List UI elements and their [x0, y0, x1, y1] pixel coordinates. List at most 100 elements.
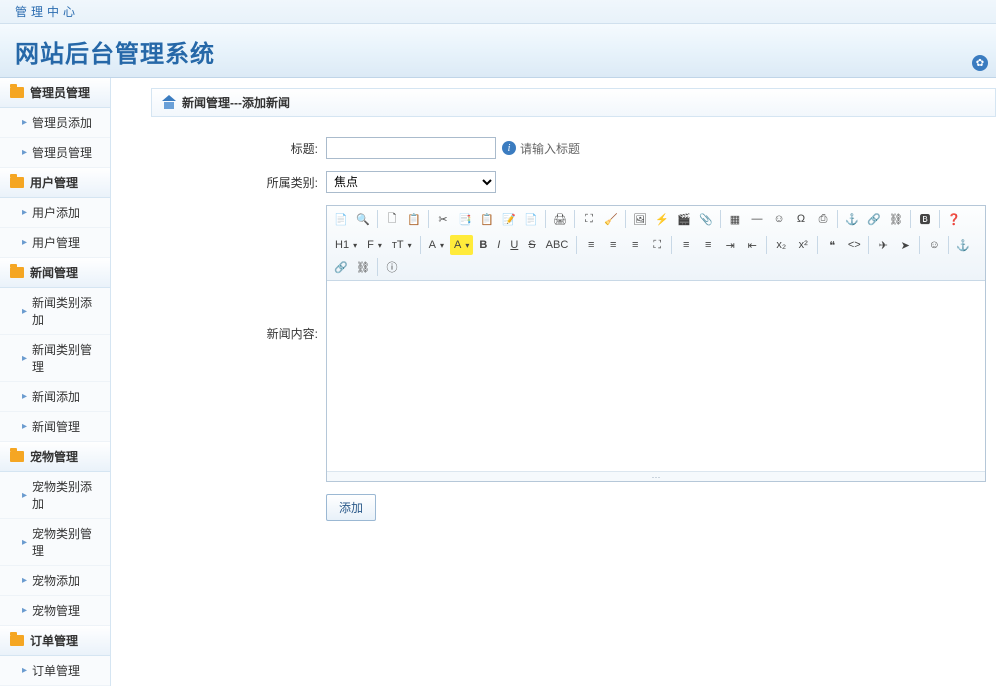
toolbar-back-button[interactable]: A▾	[450, 235, 473, 255]
sidebar-item[interactable]: 新闻类别管理	[0, 335, 110, 382]
toolbar-indent-button[interactable]: ⇥	[720, 235, 740, 255]
toolbar-separator	[868, 236, 869, 254]
toolbar-copy-button[interactable]: 📑	[455, 209, 475, 229]
toolbar-italic-button[interactable]: I	[493, 235, 504, 255]
toolbar-sup-button[interactable]: x²	[793, 235, 813, 255]
toolbar-code-button[interactable]: <>	[844, 235, 864, 255]
toolbar-clear-button[interactable]: 🧹	[601, 209, 621, 229]
sidebar-item[interactable]: 用户添加	[0, 198, 110, 228]
toolbar-ul-button[interactable]: ≡	[698, 235, 718, 255]
toolbar-new-button[interactable]: 🗋	[382, 209, 402, 229]
toolbar-full-button[interactable]: ⛶	[647, 235, 667, 255]
header-user-icon[interactable]: ✿	[972, 55, 988, 71]
toolbar-paste-text-button[interactable]: 📝	[499, 209, 519, 229]
sidebar-group-header[interactable]: 订单管理	[0, 626, 110, 656]
title-label: 标题:	[161, 137, 326, 157]
toolbar-about-button[interactable]: ⓘ	[382, 257, 402, 277]
sidebar-item[interactable]: 新闻类别添加	[0, 288, 110, 335]
sidebar-group-title: 用户管理	[30, 174, 78, 191]
folder-icon	[10, 635, 24, 646]
breadcrumb-text: 新闻管理---添加新闻	[182, 94, 290, 111]
editor-resize-handle[interactable]: ⋯	[327, 471, 985, 481]
toolbar-center-button[interactable]: ≡	[603, 235, 623, 255]
toolbar-image-button[interactable]: 🖼	[630, 209, 650, 229]
sidebar-item[interactable]: 宠物类别添加	[0, 472, 110, 519]
toolbar-media-button[interactable]: 🎬	[674, 209, 694, 229]
sidebar-item-label: 管理员添加	[32, 114, 92, 131]
toolbar-tpl-button[interactable]: 📋	[404, 209, 424, 229]
toolbar-paste-button[interactable]: 📋	[477, 209, 497, 229]
sidebar-item[interactable]: 新闻添加	[0, 382, 110, 412]
sidebar-item[interactable]: 订单管理	[0, 656, 110, 686]
chevron-down-icon: ▾	[408, 241, 412, 250]
sidebar-item-label: 宠物类别管理	[32, 525, 100, 559]
toolbar-source-button[interactable]: 📄	[331, 209, 351, 229]
toolbar-bold-button[interactable]: B	[475, 235, 491, 255]
toolbar-font-button[interactable]: F▾	[363, 235, 386, 255]
sidebar-group-title: 管理员管理	[30, 84, 90, 101]
toolbar-fore-button[interactable]: A▾	[425, 235, 448, 255]
sidebar-group-header[interactable]: 管理员管理	[0, 78, 110, 108]
toolbar-flash-button[interactable]: ⚡	[652, 209, 672, 229]
sidebar-item[interactable]: 宠物类别管理	[0, 519, 110, 566]
toolbar-separator	[919, 236, 920, 254]
toolbar-plane-button[interactable]: ✈	[873, 235, 893, 255]
toolbar-full-button[interactable]: ⛶	[579, 209, 599, 229]
toolbar-separator	[910, 210, 911, 228]
toolbar-separator	[428, 210, 429, 228]
submit-button[interactable]: 添加	[326, 494, 376, 521]
toolbar-h1-button[interactable]: H1▾	[331, 235, 361, 255]
toolbar-anchor-button[interactable]: ⚓	[842, 209, 862, 229]
toolbar-send-button[interactable]: ➤	[895, 235, 915, 255]
toolbar-left-button[interactable]: ≡	[581, 235, 601, 255]
toolbar-paste-word-button[interactable]: 📄	[521, 209, 541, 229]
toolbar-sub-button[interactable]: x₂	[771, 235, 791, 255]
editor-body[interactable]	[327, 281, 985, 471]
toolbar-preview-button[interactable]: 🔍	[353, 209, 373, 229]
toolbar-separator	[837, 210, 838, 228]
title-input[interactable]	[326, 137, 496, 159]
toolbar-quote-button[interactable]: ❝	[822, 235, 842, 255]
toolbar-separator	[576, 236, 577, 254]
chevron-down-icon: ▾	[353, 241, 357, 250]
sidebar-item-label: 新闻管理	[32, 418, 80, 435]
toolbar-unlink-button[interactable]: ⛓	[886, 209, 906, 229]
site-title: 网站后台管理系统	[15, 34, 981, 69]
sidebar-item[interactable]: 宠物添加	[0, 566, 110, 596]
toolbar-file-button[interactable]: 📎	[696, 209, 716, 229]
toolbar-char-button[interactable]: Ω	[791, 209, 811, 229]
toolbar-cut-button[interactable]: ✂	[433, 209, 453, 229]
toolbar-underline-button[interactable]: U	[506, 235, 522, 255]
toolbar-table-button[interactable]: ▦	[725, 209, 745, 229]
sidebar-group-header[interactable]: 新闻管理	[0, 258, 110, 288]
toolbar-anchor2-button[interactable]: ⚓	[953, 235, 973, 255]
toolbar-smile-button[interactable]: ☺	[924, 235, 944, 255]
sidebar-item[interactable]: 新闻管理	[0, 412, 110, 442]
toolbar-separator	[377, 210, 378, 228]
toolbar-help-button[interactable]: ❓	[944, 209, 964, 229]
toolbar-link-button[interactable]: 🔗	[864, 209, 884, 229]
toolbar-print-button[interactable]: 🖨	[550, 209, 570, 229]
sidebar-item[interactable]: 用户管理	[0, 228, 110, 258]
toolbar-strike-button[interactable]: S	[524, 235, 539, 255]
toolbar-unlink2-button[interactable]: ⛓	[353, 257, 373, 277]
toolbar-right-button[interactable]: ≡	[625, 235, 645, 255]
toolbar-size-button[interactable]: тT▾	[388, 235, 416, 255]
sidebar-item[interactable]: 管理员添加	[0, 108, 110, 138]
sidebar-item[interactable]: 宠物管理	[0, 596, 110, 626]
sidebar-group-header[interactable]: 用户管理	[0, 168, 110, 198]
toolbar-emoji-button[interactable]: ☺	[769, 209, 789, 229]
toolbar-abc-button[interactable]: ABC	[542, 235, 573, 255]
toolbar-ol-button[interactable]: ≡	[676, 235, 696, 255]
sidebar-item[interactable]: 管理员管理	[0, 138, 110, 168]
toolbar-link2-button[interactable]: 🔗	[331, 257, 351, 277]
toolbar-hr-button[interactable]: —	[747, 209, 767, 229]
toolbar-page-button[interactable]: ⎙	[813, 209, 833, 229]
category-select[interactable]: 焦点	[326, 171, 496, 193]
toolbar-baidu-button[interactable]: 🅱	[915, 209, 935, 229]
sidebar-item-label: 宠物添加	[32, 572, 80, 589]
top-bar: 管理中心	[0, 0, 996, 24]
toolbar-outdent-button[interactable]: ⇤	[742, 235, 762, 255]
sidebar-group-header[interactable]: 宠物管理	[0, 442, 110, 472]
sidebar-item-label: 订单管理	[32, 662, 80, 679]
